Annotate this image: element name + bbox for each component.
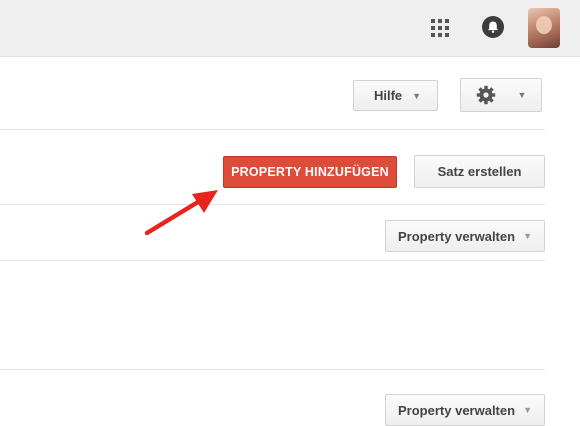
- manage-property-label: Property verwalten: [398, 402, 516, 418]
- chevron-down-icon: ▼: [412, 90, 422, 101]
- notifications-icon[interactable]: [481, 15, 505, 39]
- settings-dropdown-button[interactable]: ▼: [460, 78, 542, 112]
- gear-icon: [476, 85, 495, 105]
- add-property-button[interactable]: PROPERTY HINZUFÜGEN: [223, 156, 397, 188]
- help-dropdown-button[interactable]: Hilfe ▼: [353, 80, 438, 111]
- divider: [0, 369, 545, 370]
- divider: [0, 260, 545, 261]
- help-label: Hilfe: [373, 88, 403, 103]
- top-bar: [0, 0, 580, 57]
- apps-icon[interactable]: [429, 17, 451, 39]
- chevron-down-icon: ▼: [523, 405, 532, 415]
- divider: [0, 129, 545, 130]
- divider: [0, 204, 545, 205]
- manage-property-button[interactable]: Property verwalten ▼: [385, 394, 545, 426]
- chevron-down-icon: ▼: [517, 90, 527, 100]
- chevron-down-icon: ▼: [523, 231, 532, 241]
- create-set-button[interactable]: Satz erstellen: [414, 155, 545, 188]
- manage-property-label: Property verwalten: [398, 228, 516, 244]
- manage-property-button[interactable]: Property verwalten ▼: [385, 220, 545, 252]
- annotation-arrow-icon: [144, 190, 218, 236]
- avatar[interactable]: [528, 8, 560, 48]
